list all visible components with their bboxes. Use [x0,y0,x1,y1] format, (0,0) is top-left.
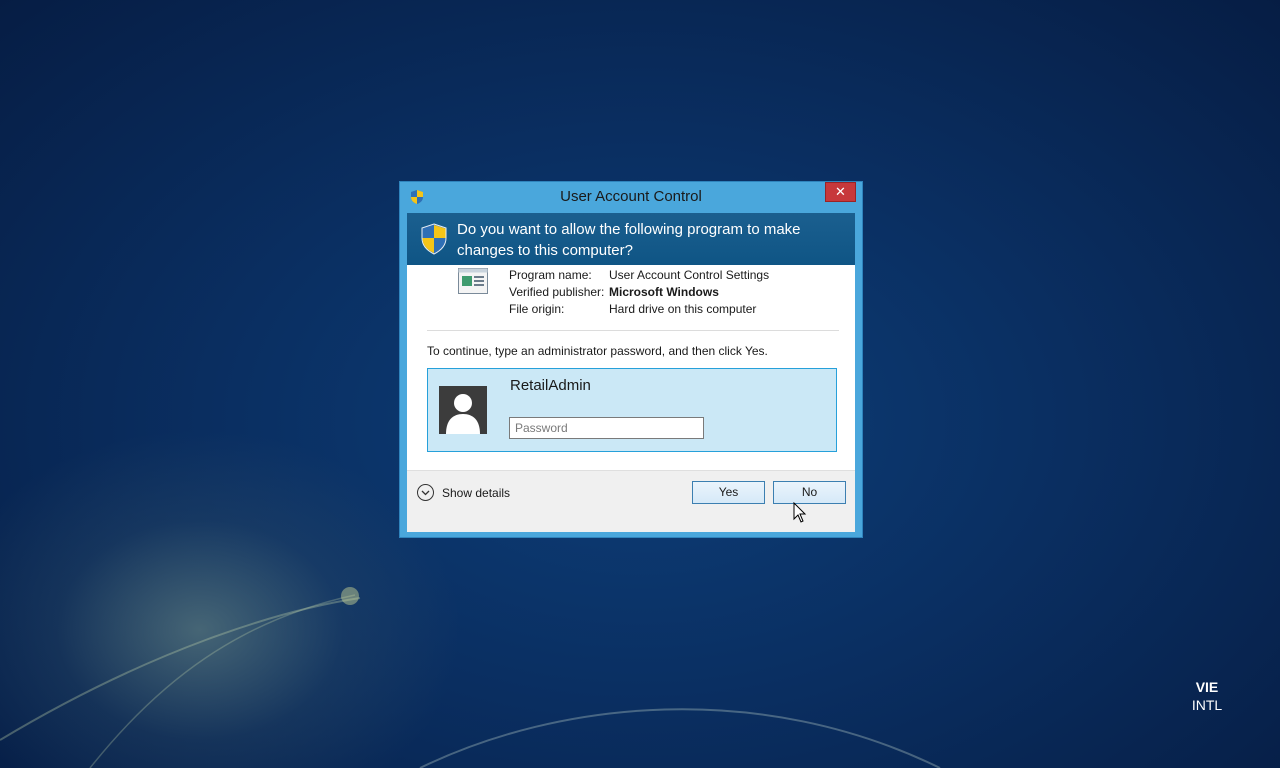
keyboard-layout: INTL [1191,697,1223,713]
program-info: Program name: User Account Control Settin… [509,267,769,318]
file-origin-value: Hard drive on this computer [609,302,757,316]
uac-dialog: User Account Control ✕ Do you want to al… [399,181,863,538]
publisher-value: Microsoft Windows [609,285,719,299]
dialog-content: Do you want to allow the following progr… [407,213,855,532]
prompt-question: Do you want to allow the following progr… [457,221,801,259]
chevron-down-icon [417,484,434,501]
desktop-background: User Account Control ✕ Do you want to al… [0,0,1280,768]
file-origin-row: File origin: Hard drive on this computer [509,301,769,318]
program-name-value: User Account Control Settings [609,268,770,282]
yes-button[interactable]: Yes [692,481,765,504]
close-icon: ✕ [835,184,846,199]
title-bar: User Account Control ✕ [400,182,862,212]
divider [427,330,839,331]
window-title: User Account Control [560,188,702,205]
username: RetailAdmin [510,377,591,394]
mouse-cursor-icon [793,502,807,523]
program-name-row: Program name: User Account Control Settin… [509,267,769,284]
language-indicator[interactable]: VIE INTL [1180,678,1234,714]
info-label: Program name: [509,268,592,282]
user-avatar-icon [439,386,487,434]
publisher-row: Verified publisher: Microsoft Windows [509,284,769,301]
prompt-banner: Do you want to allow the following progr… [407,213,855,265]
info-label: Verified publisher: [509,285,605,299]
dialog-footer: Show details Yes No [407,470,855,532]
password-input[interactable] [509,417,704,439]
info-label: File origin: [509,302,565,316]
program-window-icon [458,268,488,294]
close-button[interactable]: ✕ [825,182,856,202]
show-details-toggle[interactable]: Show details [417,484,510,501]
uac-shield-icon [421,223,447,255]
language-code: VIE [1195,679,1219,695]
no-button[interactable]: No [773,481,846,504]
instruction-text: To continue, type an administrator passw… [427,344,768,358]
show-details-label: Show details [442,485,511,500]
credential-tile[interactable]: RetailAdmin [427,368,837,452]
